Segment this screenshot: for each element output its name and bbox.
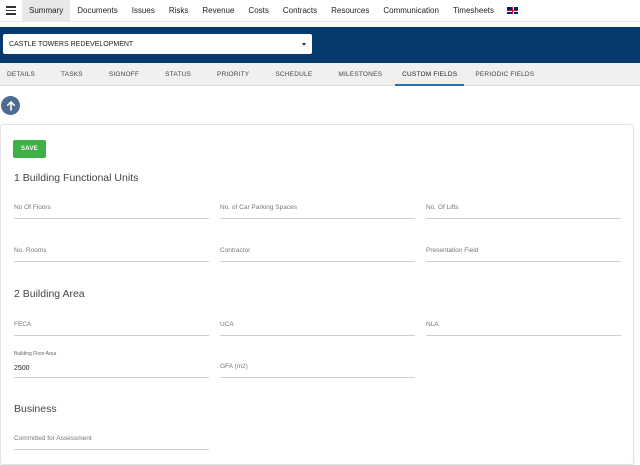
section-title-functional-units: 1 Building Functional Units <box>14 172 139 184</box>
nav-issues[interactable]: Issues <box>125 0 162 22</box>
presentation-field[interactable]: Presentation Field <box>426 242 621 262</box>
tab-custom-fields[interactable]: CUSTOM FIELDS <box>395 63 465 86</box>
project-select-value: CASTLE TOWERS REDEVELOPMENT <box>9 40 134 48</box>
nav-timesheets[interactable]: Timesheets <box>446 0 501 22</box>
field-label: NLA <box>426 321 439 328</box>
tab-status[interactable]: STATUS <box>158 63 198 86</box>
field-label: Contractor <box>220 247 251 254</box>
tab-milestones[interactable]: MILESTONES <box>331 63 389 86</box>
nav-communication[interactable]: Communication <box>376 0 446 22</box>
field-label: Presentation Field <box>426 247 479 254</box>
field-label: No Of Floors <box>14 204 51 211</box>
tab-signoff[interactable]: SIGNOFF <box>102 63 146 86</box>
custom-fields-form: SAVE 1 Building Functional Units No Of F… <box>0 124 634 465</box>
tab-periodic-fields[interactable]: PERIODIC FIELDS <box>468 63 541 86</box>
project-tabs: DETAILS TASKS SIGNOFF STATUS PRIORITY SC… <box>0 63 640 86</box>
no-rooms-field[interactable]: No. Rooms <box>14 242 209 262</box>
section-title-business: Business <box>14 403 57 415</box>
field-label: No. of Car Parking Spaces <box>220 204 297 211</box>
committed-for-assessment-field[interactable]: Committed for Assessment <box>14 430 209 450</box>
tab-tasks[interactable]: TASKS <box>54 63 90 86</box>
uca-field[interactable]: UCA <box>220 316 415 336</box>
tab-schedule[interactable]: SCHEDULE <box>268 63 319 86</box>
field-label: No. Rooms <box>14 247 47 254</box>
nav-summary[interactable]: Summary <box>22 0 71 22</box>
menu-icon[interactable] <box>0 0 22 22</box>
field-label: No. Of Lifts <box>426 204 459 211</box>
nla-field[interactable]: NLA <box>426 316 621 336</box>
chevron-down-icon <box>302 42 306 46</box>
field-label: UCA <box>220 321 234 328</box>
section-title-building-area: 2 Building Area <box>14 288 85 300</box>
no-of-lifts-field[interactable]: No. Of Lifts <box>426 199 621 219</box>
nav-documents[interactable]: Documents <box>70 0 124 22</box>
nav-revenue[interactable]: Revenue <box>195 0 241 22</box>
tab-details[interactable]: DETAILS <box>0 63 42 86</box>
nav-costs[interactable]: Costs <box>241 0 275 22</box>
field-label: GFA (m2) <box>220 363 248 370</box>
feca-field[interactable]: FECA <box>14 316 209 336</box>
project-select[interactable]: CASTLE TOWERS REDEVELOPMENT <box>3 34 312 54</box>
field-label: FECA <box>14 321 32 328</box>
building-floor-area-field[interactable]: Building Floor Area 2500 <box>14 351 209 378</box>
field-label: Building Floor Area <box>14 351 57 357</box>
top-navigation: Summary Documents Issues Risks Revenue C… <box>0 0 640 22</box>
no-of-floors-field[interactable]: No Of Floors <box>14 199 209 219</box>
car-parking-field[interactable]: No. of Car Parking Spaces <box>220 199 415 219</box>
nav-risks[interactable]: Risks <box>162 0 196 22</box>
project-header-bar: CASTLE TOWERS REDEVELOPMENT <box>0 27 640 63</box>
uk-flag-icon[interactable] <box>507 7 518 14</box>
gfa-field[interactable]: GFA (m2) <box>220 358 415 378</box>
field-label: Committed for Assessment <box>14 435 92 442</box>
scroll-up-button[interactable] <box>1 96 20 115</box>
nav-contracts[interactable]: Contracts <box>276 0 324 22</box>
nav-resources[interactable]: Resources <box>324 0 376 22</box>
save-button[interactable]: SAVE <box>13 140 46 158</box>
contractor-field[interactable]: Contractor <box>220 242 415 262</box>
field-value: 2500 <box>14 365 30 372</box>
tab-priority[interactable]: PRIORITY <box>210 63 256 86</box>
arrow-up-icon <box>6 100 15 111</box>
